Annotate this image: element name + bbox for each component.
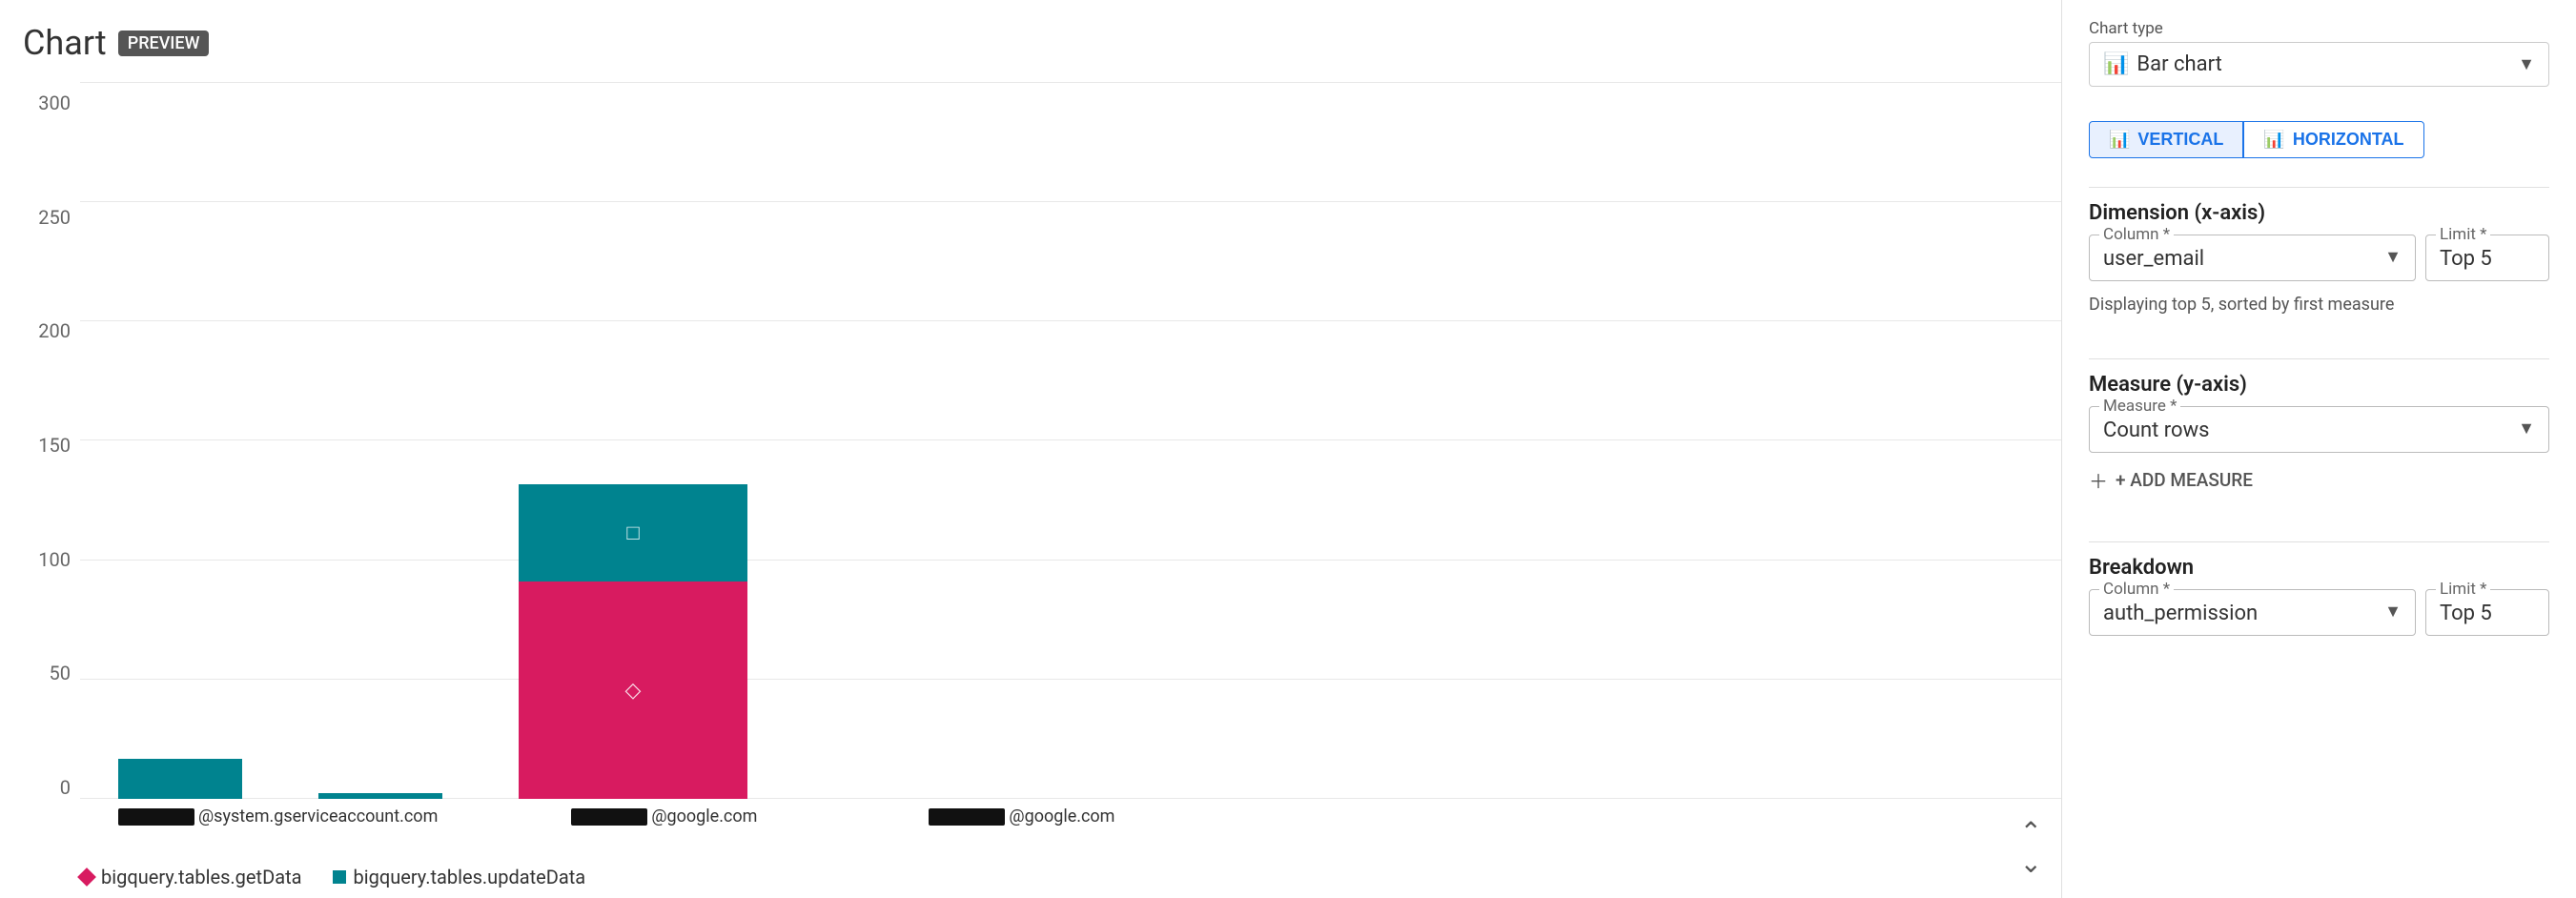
breakdown-column-arrow: ▼	[2384, 602, 2402, 622]
x-label-suffix-1: @system.gserviceaccount.com	[198, 806, 438, 827]
plot-area: ◇ □ @system.gserviceaccount.com	[80, 82, 2061, 856]
dimension-two-col: Column * user_email ▼ Limit * Top 5	[2089, 235, 2549, 295]
chart-title: Chart	[23, 23, 107, 63]
add-measure-button[interactable]: ＋ + ADD MEASURE	[2089, 466, 2549, 494]
chart-type-dropdown-arrow: ▼	[2518, 54, 2535, 74]
collapse-button[interactable]: ⌃⌄	[2020, 816, 2042, 879]
legend-item-2: bigquery.tables.updateData	[333, 866, 586, 888]
vertical-button[interactable]: 📊 VERTICAL	[2089, 121, 2243, 158]
divider-3	[2089, 541, 2549, 542]
breakdown-section: Breakdown Column * auth_permission ▼ Lim…	[2089, 556, 2549, 649]
divider-1	[2089, 187, 2549, 188]
legend-label-2: bigquery.tables.updateData	[354, 866, 586, 888]
bar-segment-teal-1	[118, 759, 242, 799]
divider-2	[2089, 358, 2549, 359]
y-label-100: 100	[23, 548, 71, 571]
add-measure-label: + ADD MEASURE	[2116, 469, 2253, 491]
legend-label-1: bigquery.tables.getData	[101, 866, 302, 888]
legend-item-1: bigquery.tables.getData	[80, 866, 302, 888]
horizontal-icon: 📊	[2263, 130, 2284, 150]
breakdown-limit-value: Top 5	[2440, 598, 2535, 625]
breakdown-column-box: Column * auth_permission ▼	[2089, 589, 2416, 636]
plus-icon: ＋	[2089, 466, 2108, 494]
x-label-redacted-1	[118, 808, 194, 826]
dimension-info-text: Displaying top 5, sorted by first measur…	[2089, 295, 2549, 315]
breakdown-title: Breakdown	[2089, 556, 2549, 580]
stacked-bar-3: ◇ □	[519, 484, 747, 799]
measure-arrow: ▼	[2518, 418, 2535, 439]
breakdown-column-select[interactable]: auth_permission ▼	[2103, 598, 2402, 625]
chart-type-outer-label: Chart type	[2089, 19, 2549, 38]
y-label-300: 300	[23, 92, 71, 114]
bars-container: ◇ □	[80, 82, 2023, 799]
x-axis-labels: @system.gserviceaccount.com @google.com …	[80, 799, 2023, 856]
x-label-2: @google.com	[571, 806, 757, 827]
breakdown-column-value: auth_permission	[2103, 598, 2258, 625]
chart-type-value: Bar chart	[2136, 52, 2221, 76]
horizontal-label: HORIZONTAL	[2293, 130, 2404, 150]
chart-title-row: Chart PREVIEW	[23, 23, 2061, 63]
breakdown-limit-label: Limit *	[2436, 580, 2490, 599]
bar-icon-diamond: ◇	[625, 679, 642, 703]
orientation-row: 📊 VERTICAL 📊 HORIZONTAL	[2089, 121, 2549, 158]
x-label-redacted-3	[929, 808, 1005, 826]
bar-icon-square: □	[626, 520, 639, 545]
dimension-column-arrow: ▼	[2384, 247, 2402, 267]
y-label-0: 0	[23, 776, 71, 799]
x-label-redacted-2	[571, 808, 647, 826]
dimension-limit-value: Top 5	[2440, 243, 2535, 271]
legend-icon-square	[333, 870, 346, 884]
bar-chart-icon: 📊	[2103, 52, 2129, 76]
x-label-suffix-3: @google.com	[1009, 806, 1114, 827]
bar-group-1	[118, 759, 242, 799]
bar-group-3: ◇ □	[519, 484, 747, 799]
y-label-200: 200	[23, 319, 71, 342]
chart-container: 300 250 200 150 100 50 0	[23, 82, 2061, 898]
vertical-label: VERTICAL	[2137, 130, 2223, 150]
x-label-suffix-2: @google.com	[651, 806, 757, 827]
measure-box: Measure * Count rows ▼	[2089, 406, 2549, 453]
bar-segment-pink-3: ◇	[519, 582, 747, 799]
horizontal-button[interactable]: 📊 HORIZONTAL	[2243, 121, 2423, 158]
dimension-title: Dimension (x-axis)	[2089, 201, 2549, 225]
measure-value: Count rows	[2103, 415, 2209, 442]
breakdown-limit-box: Limit * Top 5	[2425, 589, 2549, 636]
dimension-column-label: Column *	[2099, 225, 2174, 244]
dimension-column-box: Column * user_email ▼	[2089, 235, 2416, 281]
y-label-50: 50	[23, 662, 71, 684]
dimension-limit-box: Limit * Top 5	[2425, 235, 2549, 281]
chart-area: Chart PREVIEW 300 250 200 150 100 50 0	[0, 0, 2061, 898]
bar-segment-teal-3: □	[519, 484, 747, 582]
legend-icon-diamond	[77, 867, 96, 887]
breakdown-two-col: Column * auth_permission ▼ Limit * Top 5	[2089, 589, 2549, 649]
dimension-column-select[interactable]: user_email ▼	[2103, 243, 2402, 271]
chart-inner: 300 250 200 150 100 50 0	[23, 82, 2061, 856]
y-label-150: 150	[23, 434, 71, 457]
x-label-3: @google.com	[929, 806, 1114, 827]
legend: bigquery.tables.getData bigquery.tables.…	[23, 856, 2061, 898]
dimension-section: Dimension (x-axis) Column * user_email ▼…	[2089, 201, 2549, 330]
y-axis: 300 250 200 150 100 50 0	[23, 82, 80, 856]
breakdown-column-label: Column *	[2099, 580, 2174, 599]
vertical-icon: 📊	[2109, 130, 2130, 150]
measure-select[interactable]: Count rows ▼	[2103, 415, 2535, 442]
x-label-1: @system.gserviceaccount.com	[118, 806, 438, 827]
stacked-bar-1	[118, 759, 242, 799]
dimension-column-value: user_email	[2103, 243, 2204, 271]
preview-badge: PREVIEW	[118, 31, 210, 56]
chart-type-selector[interactable]: 📊 Bar chart ▼	[2089, 42, 2549, 87]
right-panel: Chart type 📊 Bar chart ▼ 📊 VERTICAL 📊 HO…	[2061, 0, 2576, 898]
measure-label: Measure *	[2099, 397, 2180, 416]
chart-type-section: Chart type 📊 Bar chart ▼	[2089, 19, 2549, 102]
y-label-250: 250	[23, 206, 71, 229]
measure-title: Measure (y-axis)	[2089, 373, 2549, 397]
collapse-icon: ⌃⌄	[2020, 816, 2042, 879]
measure-section: Measure (y-axis) Measure * Count rows ▼ …	[2089, 373, 2549, 513]
dimension-limit-label: Limit *	[2436, 225, 2490, 244]
